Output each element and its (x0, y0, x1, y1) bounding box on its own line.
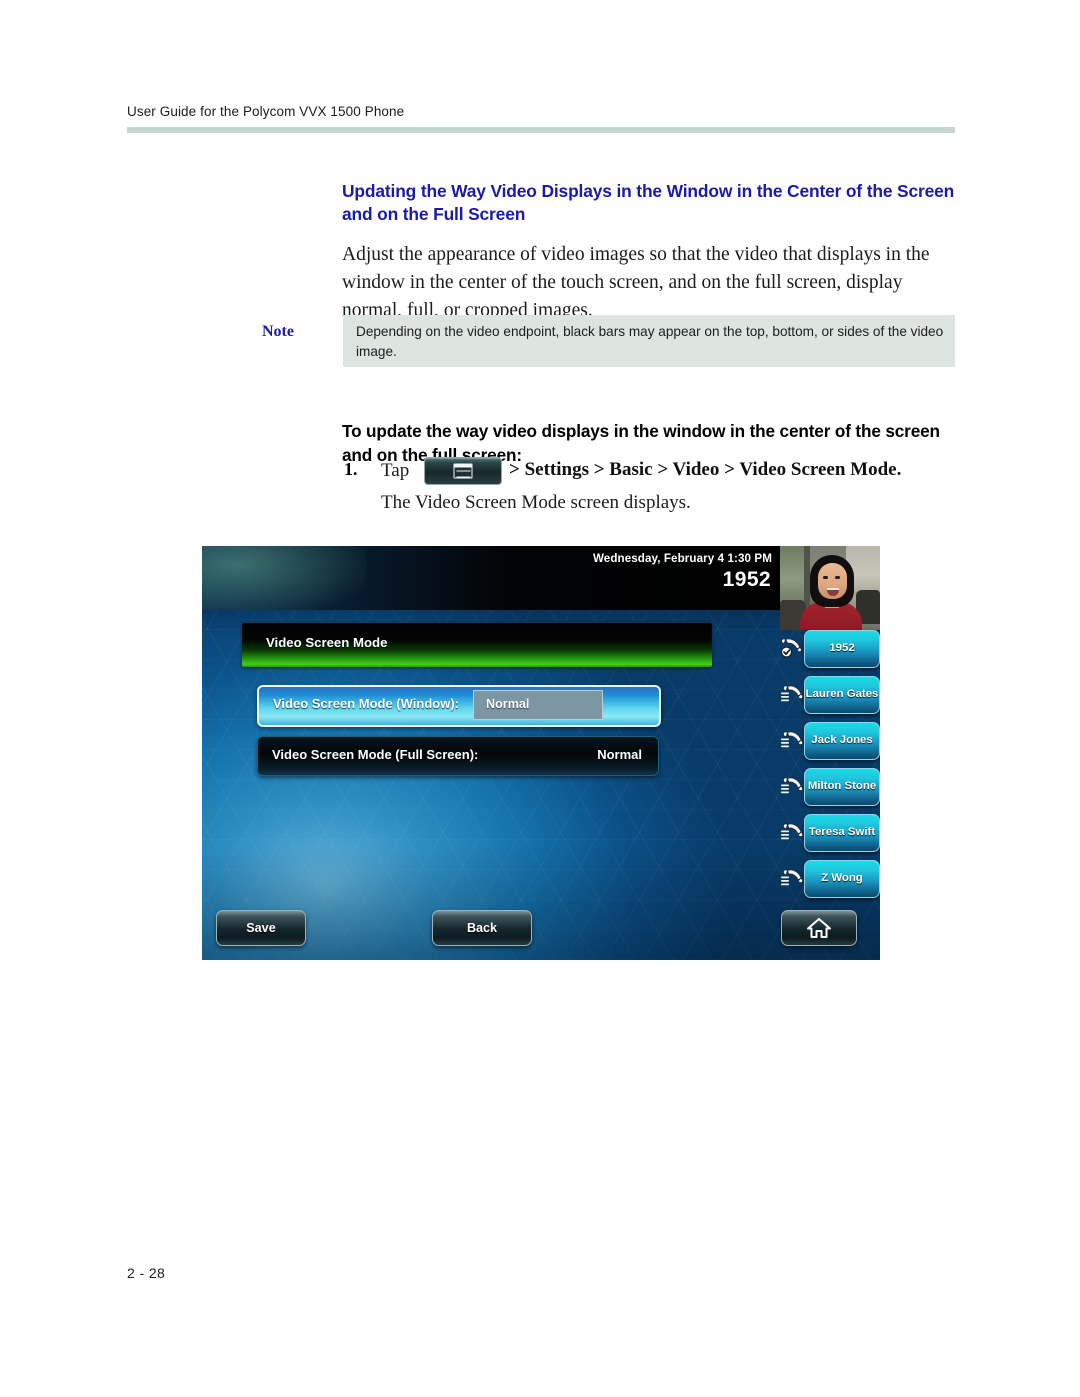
handset-icon (781, 726, 805, 752)
phone-screen-title: Video Screen Mode (242, 623, 712, 667)
line-key-label: Z Wong (821, 872, 863, 884)
line-key-teresa-swift[interactable]: Teresa Swift (804, 814, 880, 852)
menu-row-label: Video Screen Mode (Full Screen): (272, 747, 479, 762)
menu-row-value: Normal (597, 747, 642, 762)
note-callout: Note Depending on the video endpoint, bl… (262, 315, 955, 367)
home-button[interactable] (781, 910, 857, 946)
menu-row-label: Video Screen Mode (Window): (273, 696, 459, 711)
line-key-lauren-gates[interactable]: Lauren Gates (804, 676, 880, 714)
self-view-video[interactable] (780, 546, 880, 630)
page-number: 2 - 28 (127, 1265, 166, 1281)
header-rule (127, 127, 955, 133)
page-title: Updating the Way Video Displays in the W… (342, 180, 955, 225)
phone-screenshot: Wednesday, February 4 1:30 PM 1952 Video… (202, 546, 880, 960)
status-datetime: Wednesday, February 4 1:30 PM (592, 552, 772, 565)
running-header: User Guide for the Polycom VVX 1500 Phon… (127, 104, 405, 119)
line-key-jack-jones[interactable]: Jack Jones (804, 722, 880, 760)
line-key-label: Teresa Swift (808, 826, 876, 838)
back-button-label: Back (466, 921, 498, 935)
phone-screen-title-label: Video Screen Mode (266, 635, 388, 650)
menu-glyph (453, 463, 473, 479)
home-icon (807, 918, 831, 938)
handset-icon (781, 772, 805, 798)
handset-icon (781, 818, 805, 844)
save-button[interactable]: Save (216, 910, 306, 946)
line-key-1952[interactable]: 1952 (804, 630, 880, 668)
handset-icon (781, 864, 805, 890)
line-key-label: Jack Jones (811, 734, 873, 746)
menu-row-video-screen-mode-window[interactable]: Video Screen Mode (Window): Normal (257, 685, 661, 727)
menu-row-video-screen-mode-full-screen[interactable]: Video Screen Mode (Full Screen): Normal (257, 736, 659, 776)
line-key-label: Lauren Gates (805, 688, 879, 700)
line-key-z-wong[interactable]: Z Wong (804, 860, 880, 898)
handset-icon (781, 680, 805, 706)
note-box: Depending on the video endpoint, black b… (343, 315, 955, 367)
menu-row-value-field[interactable]: Normal (473, 690, 603, 720)
back-button[interactable]: Back (432, 910, 532, 946)
step-result-text: The Video Screen Mode screen displays. (381, 492, 691, 513)
step-menu-path: > Settings > Basic > Video > Video Scree… (509, 459, 902, 480)
line-key-milton-stone[interactable]: Milton Stone (804, 768, 880, 806)
note-text: Depending on the video endpoint, black b… (356, 324, 944, 359)
note-label: Note (262, 323, 294, 340)
handset-registered-icon (781, 634, 805, 660)
step-verb: Tap (381, 460, 410, 481)
menu-row-value: Normal (486, 697, 530, 711)
save-button-label: Save (246, 921, 276, 935)
phone-status-bar: Wednesday, February 4 1:30 PM 1952 (202, 546, 780, 610)
line-key-label: Milton Stone (807, 780, 877, 792)
status-extension: 1952 (722, 568, 771, 591)
menu-key-icon (424, 457, 502, 485)
line-key-label: 1952 (829, 642, 855, 654)
video-person-eye-left (823, 576, 828, 579)
section-paragraph: Adjust the appearance of video images so… (342, 243, 930, 321)
line-key-column: 1952 Lauren Gates Jack Jones Milton Ston… (780, 630, 880, 918)
video-person-eye-right (835, 576, 840, 579)
step-number: 1. (344, 459, 358, 479)
